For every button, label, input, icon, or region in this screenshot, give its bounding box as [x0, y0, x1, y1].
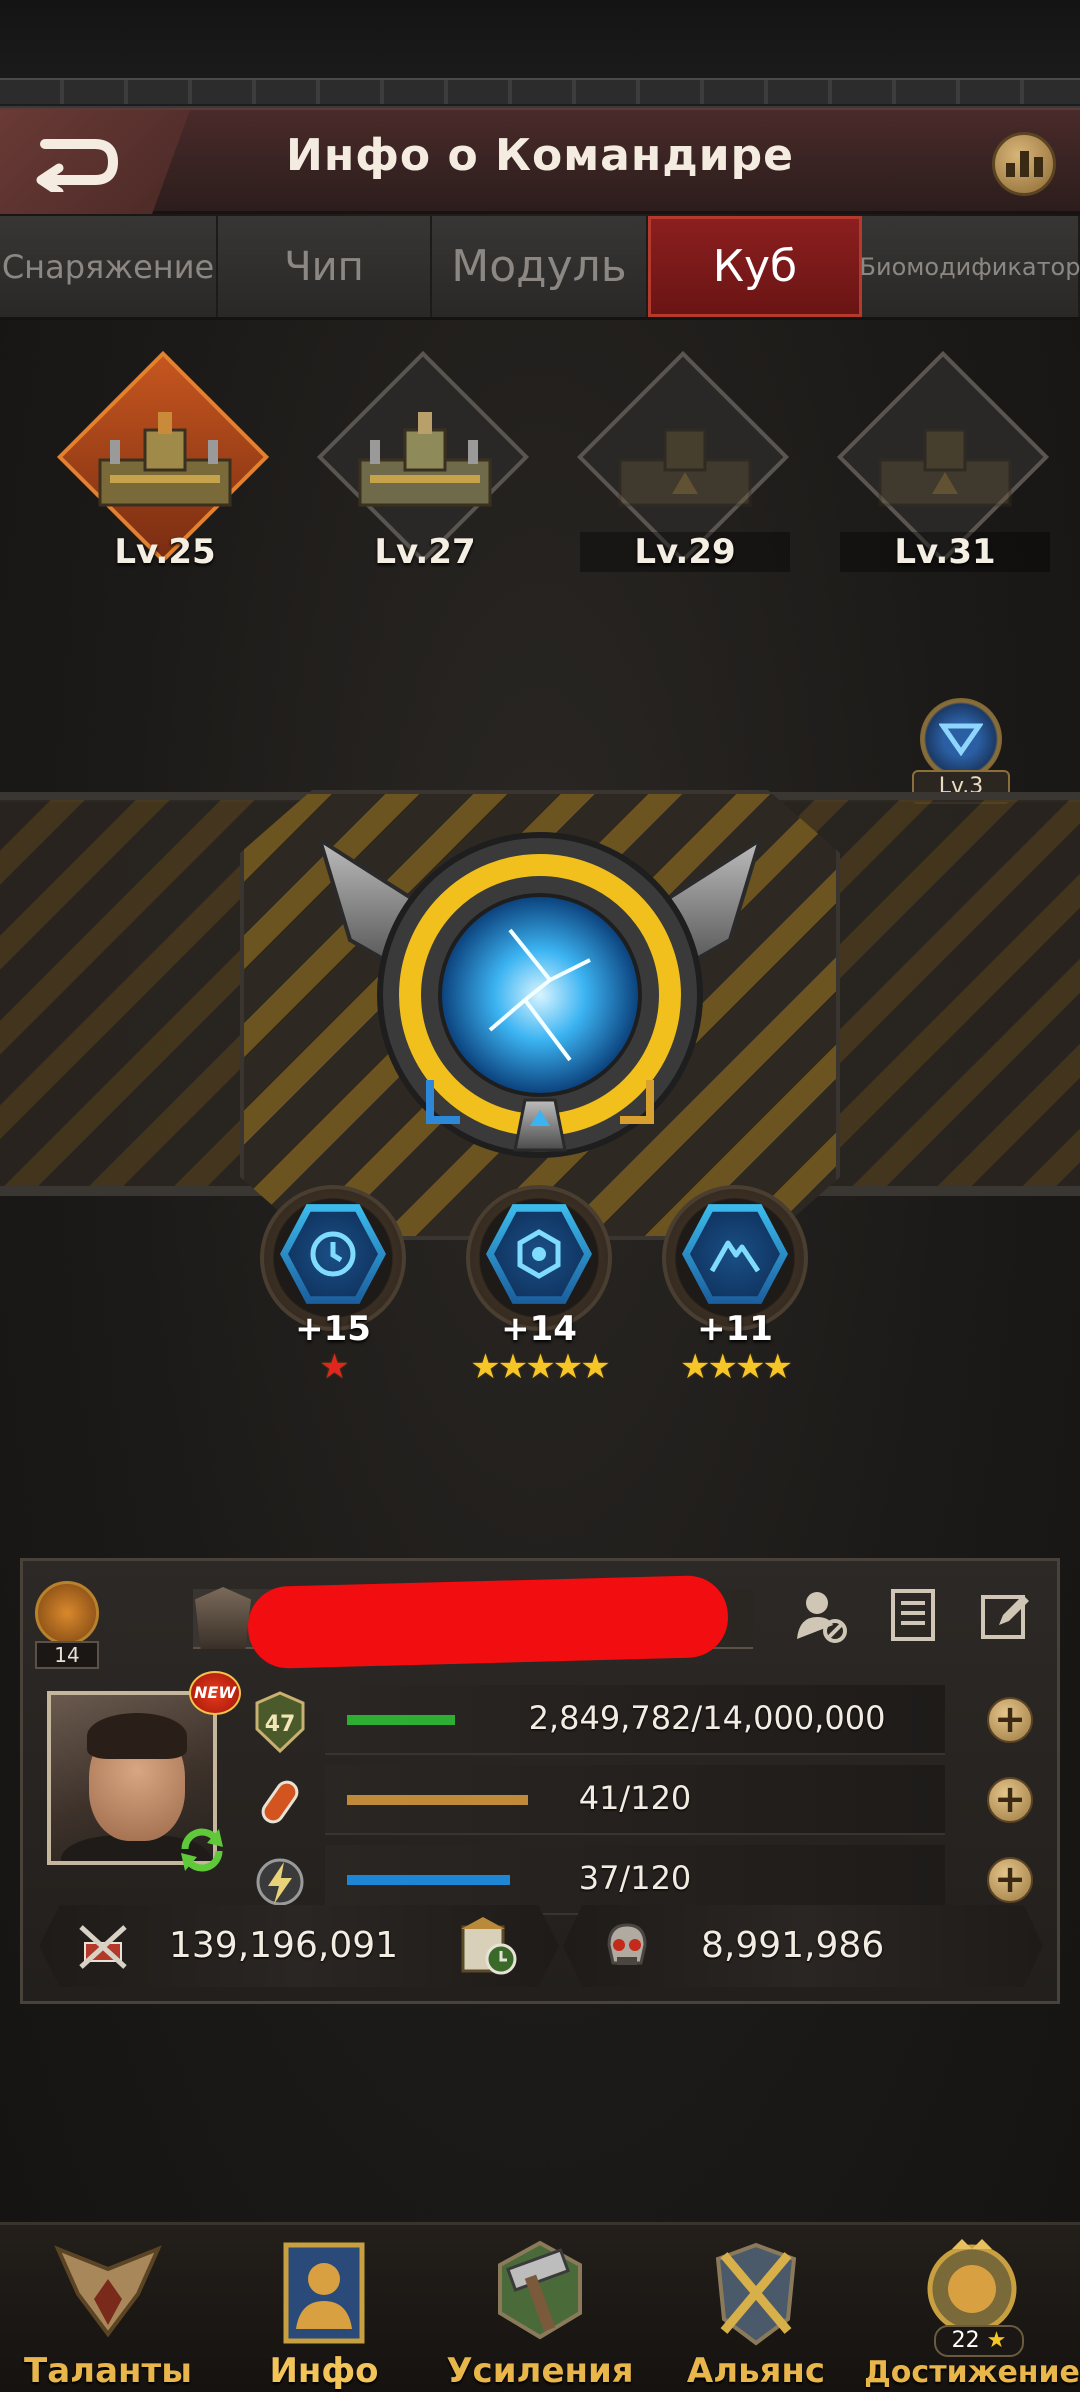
- nav-info[interactable]: Инфо: [216, 2225, 432, 2392]
- cube-selector: Lv.25 Lv.27 Lv.29 Lv.31: [40, 350, 1050, 610]
- bar-chart-icon: [1005, 163, 1015, 177]
- crossed-guns-power-icon: [79, 1925, 127, 1969]
- skill-value: +14: [501, 1309, 577, 1349]
- document-list-icon: [891, 1589, 935, 1641]
- power-boost-timer-icon[interactable]: [459, 1915, 519, 1977]
- skill-stars: ★★★★: [680, 1347, 793, 1387]
- nav-label: Усиления: [446, 2351, 634, 2391]
- energy-text: 37/120: [578, 1859, 692, 1897]
- level-badge-icon: 47: [247, 1689, 313, 1755]
- commander-panel: 14 NEW 47 2,849,782/14,000,000 + 41/120 …: [20, 1558, 1060, 2004]
- back-button[interactable]: [0, 110, 190, 214]
- skill-stars: ★★★★★: [470, 1347, 610, 1387]
- tab-cube[interactable]: Куб: [648, 216, 862, 317]
- tab-module[interactable]: Модуль: [432, 216, 648, 317]
- locked-building-icon: [878, 428, 1012, 507]
- mountain-peak-icon: [709, 1240, 761, 1273]
- edit-pencil-icon: [981, 1595, 1029, 1639]
- header-bar: Инфо о Командире: [0, 108, 1080, 214]
- cube-skill-2[interactable]: +14 ★★★★★: [454, 1185, 624, 1395]
- skull-mask-icon: [607, 1923, 647, 1965]
- hexagon-target-icon: [517, 1229, 561, 1279]
- skill-value: +11: [697, 1309, 773, 1349]
- cube-skill-1[interactable]: +15 ★: [248, 1185, 418, 1395]
- edit-name-button[interactable]: [973, 1583, 1037, 1647]
- bottom-navigation: Таланты Инфо Усиления Альянс 22 ★ Достиж…: [0, 2222, 1080, 2392]
- cube-level-label: Lv.29: [580, 532, 790, 572]
- nav-label: Инфо: [269, 2351, 379, 2391]
- kills-box: 8,991,986: [563, 1905, 1043, 1987]
- power-value: 139,196,091: [169, 1925, 399, 1966]
- locked-building-icon: [618, 428, 752, 507]
- tab-bar: Снаряжение Чип Модуль Куб Биомодификатор: [0, 216, 1080, 320]
- experience-row: 47 2,849,782/14,000,000 +: [247, 1685, 1047, 1755]
- rank-emblem-icon: [195, 1587, 251, 1649]
- statistics-button[interactable]: [992, 132, 1056, 196]
- commander-profile-icon: [283, 2242, 365, 2344]
- cube-level-label: Lv.31: [840, 532, 1050, 572]
- frame-rail: [0, 78, 1080, 104]
- page-title: Инфо о Командире: [286, 130, 794, 181]
- back-arrow-icon: [36, 139, 119, 192]
- crossed-swords-icon: [715, 2242, 797, 2346]
- clock-cycle-icon: [310, 1231, 356, 1277]
- cube-slot-1[interactable]: Lv.25: [56, 350, 270, 600]
- skill-value: +15: [295, 1309, 371, 1349]
- eagle-wings-icon: [54, 2245, 162, 2338]
- skill-stars: ★: [319, 1347, 349, 1387]
- commander-level: 47: [265, 1712, 296, 1737]
- cube-level-label: Lv.27: [374, 532, 476, 572]
- cube-slot-4[interactable]: Lv.31: [836, 350, 1050, 600]
- top-frame: [0, 0, 1080, 110]
- nav-label: Таланты: [24, 2351, 192, 2391]
- rank-number: 14: [35, 1641, 99, 1669]
- factory-building-icon: [98, 412, 232, 507]
- energy-row: 37/120 +: [247, 1845, 1047, 1915]
- kills-value: 8,991,986: [701, 1925, 885, 1966]
- new-badge: NEW: [189, 1671, 241, 1715]
- block-user-button[interactable]: [789, 1583, 853, 1647]
- nav-label: Альянс: [686, 2351, 826, 2391]
- energy-core-icon: [316, 832, 764, 1158]
- tab-chip[interactable]: Чип: [218, 216, 432, 317]
- star-icon: ★: [986, 2328, 1007, 2353]
- nav-talents[interactable]: Таланты: [0, 2225, 216, 2392]
- achievement-count: 22 ★: [934, 2325, 1024, 2357]
- cube-slot-3[interactable]: Lv.29: [576, 350, 790, 600]
- hammer-icon: [498, 2240, 582, 2340]
- nav-achievements[interactable]: 22 ★ Достижение: [864, 2225, 1080, 2392]
- nav-alliance[interactable]: Альянс: [648, 2225, 864, 2392]
- factory-building-icon: [358, 412, 492, 507]
- add-energy-button[interactable]: +: [987, 1857, 1033, 1903]
- add-experience-button[interactable]: +: [987, 1697, 1033, 1743]
- records-button[interactable]: [881, 1583, 945, 1647]
- power-box: 139,196,091: [39, 1905, 559, 1987]
- stamina-row: 41/120 +: [247, 1765, 1047, 1835]
- cube-slot-2[interactable]: Lv.27: [316, 350, 530, 600]
- add-stamina-button[interactable]: +: [987, 1777, 1033, 1823]
- chevron-emblem-icon: [939, 723, 983, 756]
- user-block-icon: [797, 1592, 847, 1643]
- name-redaction: [247, 1574, 729, 1670]
- tab-biomodifier[interactable]: Биомодификатор: [860, 216, 1080, 317]
- tab-equipment[interactable]: Снаряжение: [0, 216, 218, 317]
- stamina-text: 41/120: [578, 1779, 692, 1817]
- cube-skill-3[interactable]: +11 ★★★★: [650, 1185, 820, 1395]
- nav-label: Достижение: [864, 2355, 1080, 2390]
- nav-boosts[interactable]: Усиления: [432, 2225, 648, 2392]
- stamina-potion-icon: [247, 1769, 313, 1835]
- refresh-icon[interactable]: [175, 1823, 229, 1877]
- experience-text: 2,849,782/14,000,000: [528, 1699, 886, 1737]
- thumbs-up-rank-icon[interactable]: [35, 1581, 99, 1645]
- cube-level-label: Lv.25: [114, 532, 216, 572]
